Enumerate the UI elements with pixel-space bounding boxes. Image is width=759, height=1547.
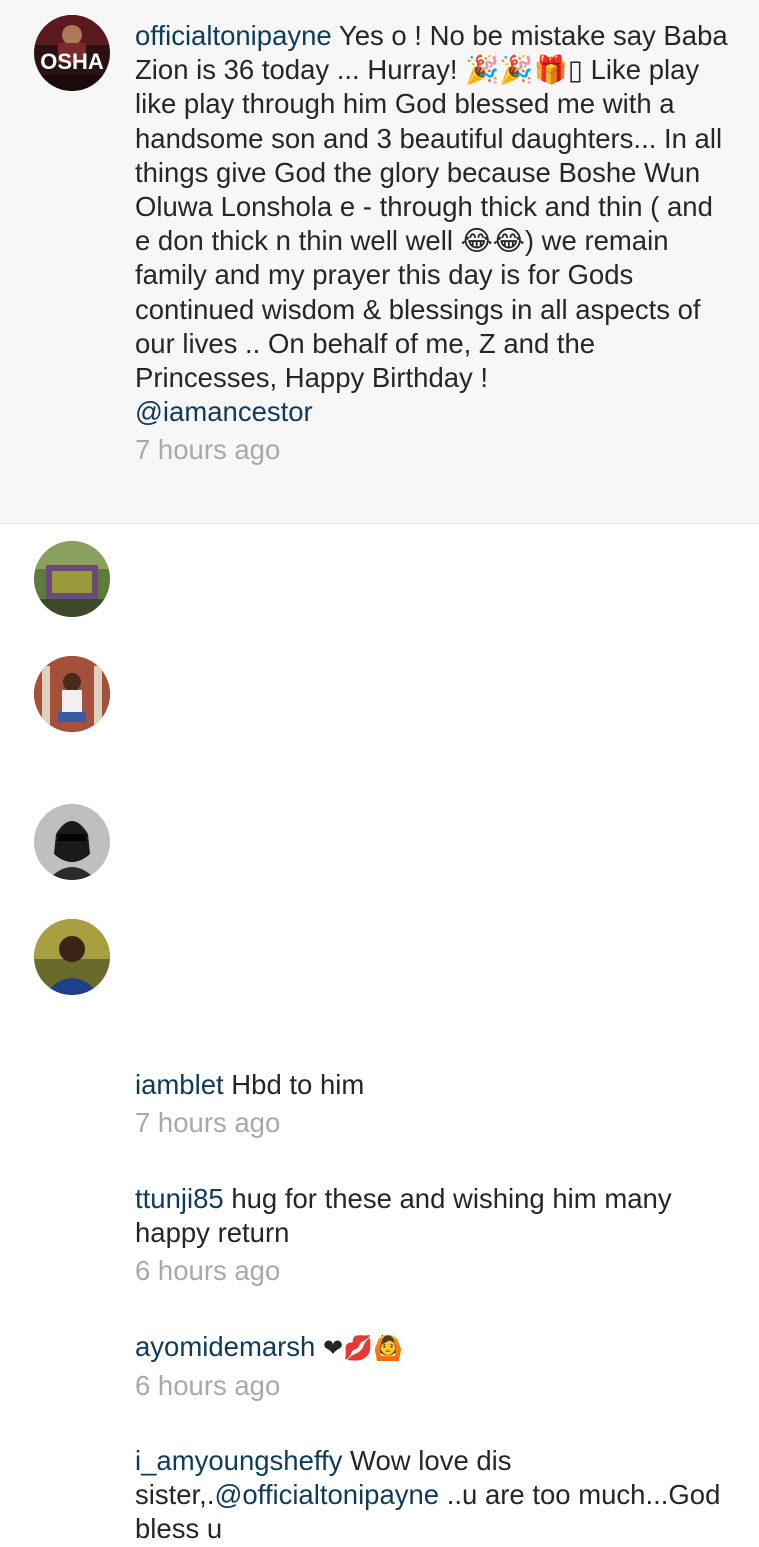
avatar[interactable]: OSHA (34, 15, 110, 91)
avatar-logo-text: OSHA (40, 49, 104, 74)
avatar[interactable] (34, 804, 110, 880)
caption-text: Yes o ! No be mistake say Baba Zion is 3… (135, 20, 728, 394)
comment-username[interactable]: iamblet (135, 1069, 224, 1100)
comment-body: i_amyoungsheffy Wow love dis sister,.@of… (135, 1444, 729, 1547)
comment-text: Hbd to him (231, 1069, 365, 1100)
caption-mention-link[interactable]: @iamancestor (135, 396, 313, 427)
comment-emoji-text: ❤💋🙆 (323, 1334, 403, 1362)
comment-timestamp: 6 hours ago (135, 1370, 281, 1402)
avatar[interactable] (34, 656, 110, 732)
comment-timestamp: 7 hours ago (135, 1107, 281, 1139)
avatar-image-icon (34, 804, 110, 880)
comment-username[interactable]: ayomidemarsh (135, 1331, 315, 1362)
comment-mention-link[interactable]: @officialtonipayne (214, 1479, 439, 1510)
avatar-image-icon: OSHA (34, 15, 110, 91)
avatar[interactable] (34, 919, 110, 995)
comment-timestamp: 6 hours ago (135, 1255, 281, 1287)
caption-section: OSHA officialtonipayne Yes o ! No be mis… (0, 0, 759, 524)
comment-body: ayomidemarsh ❤💋🙆 6 hours ago (135, 1330, 729, 1403)
caption-body: officialtonipayne Yes o ! No be mistake … (135, 19, 729, 467)
comment-body: iamblet Hbd to him 7 hours ago (135, 1068, 729, 1140)
avatar-image-icon (34, 541, 110, 617)
comment-username[interactable]: i_amyoungsheffy (135, 1445, 342, 1476)
caption-timestamp: 7 hours ago (135, 434, 281, 466)
caption-username[interactable]: officialtonipayne (135, 20, 332, 51)
avatar[interactable] (34, 541, 110, 617)
comment-username[interactable]: ttunji85 (135, 1183, 224, 1214)
avatar-image-icon (34, 656, 110, 732)
avatar-image-icon (34, 919, 110, 995)
comment-body: ttunji85 hug for these and wishing him m… (135, 1182, 729, 1288)
